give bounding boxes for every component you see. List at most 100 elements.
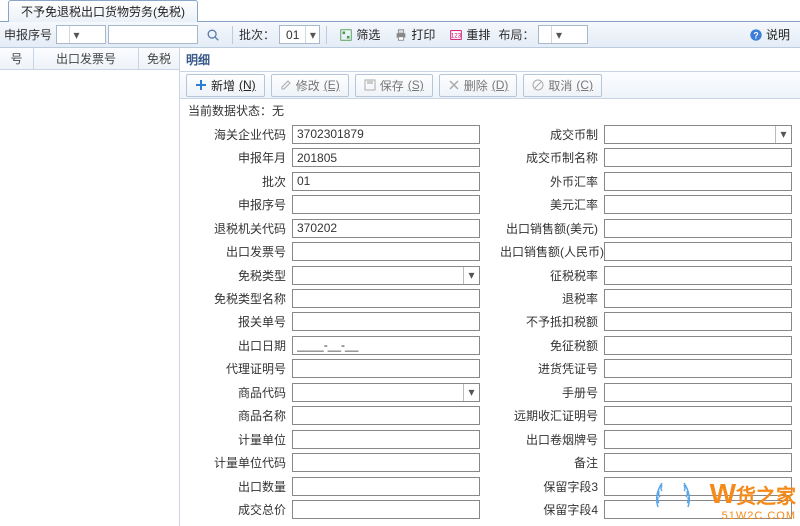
batch-select[interactable]: 01▾ xyxy=(279,25,320,44)
form-row: 计量单位 xyxy=(188,429,480,449)
tab-header: 不予免退税出口货物劳务(免税) xyxy=(0,0,800,22)
sbxh-input[interactable] xyxy=(108,25,198,44)
field-input[interactable] xyxy=(604,266,792,285)
field-label: 申报序号 xyxy=(188,196,286,213)
chevron-down-icon[interactable]: ▾ xyxy=(775,126,791,143)
field-input[interactable] xyxy=(292,477,480,496)
form-row: 征税税率 xyxy=(500,265,792,285)
field-input[interactable] xyxy=(292,430,480,449)
reorder-icon: 123 xyxy=(449,28,463,42)
watermark-brand: 货之家 xyxy=(736,486,796,508)
field-label: 免征税额 xyxy=(500,337,598,354)
field-label: 备注 xyxy=(500,454,598,471)
save-icon xyxy=(364,79,376,91)
form-row: 出口销售额(人民币) xyxy=(500,241,792,261)
field-input[interactable] xyxy=(292,125,480,144)
field-input[interactable] xyxy=(604,383,792,402)
layout-select[interactable]: ▾ xyxy=(538,25,588,44)
field-input[interactable] xyxy=(292,312,480,331)
form-row: 美元汇率 xyxy=(500,194,792,214)
field-input[interactable] xyxy=(604,148,792,167)
field-input[interactable] xyxy=(604,312,792,331)
help-button[interactable]: ? 说明 xyxy=(743,24,796,45)
grid-header-cell[interactable]: 出口发票号 xyxy=(34,48,139,69)
field-label: 保留字段3 xyxy=(500,478,598,495)
svg-text:?: ? xyxy=(753,30,758,40)
form-row: 进货凭证号 xyxy=(500,359,792,379)
field-input[interactable] xyxy=(604,242,792,261)
form-column-right: 成交币制▾成交币制名称外币汇率美元汇率出口销售额(美元)出口销售额(人民币)征税… xyxy=(500,124,792,520)
field-input[interactable] xyxy=(292,500,480,519)
field-input[interactable] xyxy=(292,172,480,191)
field-input[interactable] xyxy=(293,385,463,399)
field-label: 保留字段4 xyxy=(500,501,598,518)
field-input[interactable] xyxy=(604,453,792,472)
field-select[interactable]: ▾ xyxy=(292,383,480,402)
field-input[interactable] xyxy=(292,289,480,308)
field-input[interactable] xyxy=(292,336,480,355)
field-select[interactable]: ▾ xyxy=(604,125,792,144)
detail-action-bar: 新增(N) 修改(E) 保存(S) 删除(D) 取消(C) xyxy=(180,71,800,99)
field-label: 出口发票号 xyxy=(188,243,286,260)
field-input[interactable] xyxy=(292,219,480,238)
field-input[interactable] xyxy=(292,406,480,425)
field-input[interactable] xyxy=(292,195,480,214)
form-row: 商品名称 xyxy=(188,406,480,426)
grid-header-cell[interactable]: 号 xyxy=(0,48,34,69)
status-value: 无 xyxy=(272,104,284,118)
form-row: 手册号 xyxy=(500,382,792,402)
form-row: 代理证明号 xyxy=(188,359,480,379)
cancel-button: 取消(C) xyxy=(523,74,602,97)
field-input[interactable] xyxy=(604,336,792,355)
form-row: 报关单号 xyxy=(188,312,480,332)
field-input[interactable] xyxy=(293,268,463,282)
field-input[interactable] xyxy=(604,430,792,449)
chevron-down-icon[interactable]: ▾ xyxy=(463,384,479,401)
field-input[interactable] xyxy=(292,453,480,472)
add-button[interactable]: 新增(N) xyxy=(186,74,265,97)
form-row: 成交总价 xyxy=(188,500,480,520)
field-label: 免税类型名称 xyxy=(188,290,286,307)
print-label: 打印 xyxy=(411,26,435,43)
reorder-button[interactable]: 123 重排 xyxy=(443,24,496,45)
field-input[interactable] xyxy=(604,359,792,378)
field-label: 批次 xyxy=(188,173,286,190)
field-input[interactable] xyxy=(605,127,775,141)
batch-label: 批次： xyxy=(239,26,275,43)
form-row: 海关企业代码 xyxy=(188,124,480,144)
field-label: 不予抵扣税额 xyxy=(500,313,598,330)
top-toolbar: 申报序号 ▾ 批次： 01▾ 筛选 打印 123 重排 布局： ▾ ? 说明 xyxy=(0,22,800,48)
sbxh-operator-select[interactable]: ▾ xyxy=(56,25,106,44)
field-input[interactable] xyxy=(604,219,792,238)
filter-button[interactable]: 筛选 xyxy=(333,24,386,45)
field-label: 远期收汇证明号 xyxy=(500,407,598,424)
field-input[interactable] xyxy=(604,195,792,214)
delete-button: 删除(D) xyxy=(439,74,518,97)
field-label: 代理证明号 xyxy=(188,360,286,377)
help-icon: ? xyxy=(749,28,763,42)
field-label: 成交总价 xyxy=(188,501,286,518)
field-label: 商品名称 xyxy=(188,407,286,424)
form-row: 免税类型名称 xyxy=(188,288,480,308)
search-button[interactable] xyxy=(200,26,226,44)
active-tab[interactable]: 不予免退税出口货物劳务(免税) xyxy=(8,0,198,22)
grid-header-cell[interactable]: 免税 xyxy=(139,48,179,69)
field-input[interactable] xyxy=(604,406,792,425)
field-input[interactable] xyxy=(292,148,480,167)
field-input[interactable] xyxy=(292,359,480,378)
sbxh-label: 申报序号 xyxy=(4,26,52,43)
field-input[interactable] xyxy=(292,242,480,261)
chevron-down-icon: ▾ xyxy=(551,26,565,43)
field-label: 出口日期 xyxy=(188,337,286,354)
field-label: 免税类型 xyxy=(188,267,286,284)
field-input[interactable] xyxy=(604,289,792,308)
field-input[interactable] xyxy=(604,172,792,191)
chevron-down-icon: ▾ xyxy=(305,26,319,43)
form-row: 出口日期 xyxy=(188,335,480,355)
form-row: 出口销售额(美元) xyxy=(500,218,792,238)
print-button[interactable]: 打印 xyxy=(388,24,441,45)
chevron-down-icon[interactable]: ▾ xyxy=(463,267,479,284)
field-label: 海关企业代码 xyxy=(188,126,286,143)
data-status: 当前数据状态：无 xyxy=(180,99,800,122)
field-select[interactable]: ▾ xyxy=(292,266,480,285)
